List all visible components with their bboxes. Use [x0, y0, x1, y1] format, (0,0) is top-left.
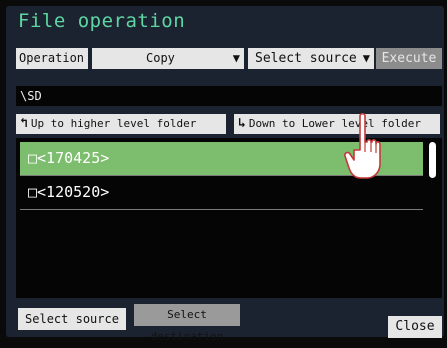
down-folder-button[interactable]: ↳ Down to Lower level folder — [234, 114, 440, 134]
checkbox-icon[interactable]: □ — [28, 183, 37, 201]
select-destination-button[interactable]: Select destination — [134, 304, 240, 343]
up-arrow-icon: ↰ — [20, 116, 28, 131]
window-title: File operation — [18, 10, 186, 32]
down-arrow-icon: ↳ — [238, 116, 246, 131]
down-folder-label: Down to Lower level folder — [248, 117, 422, 130]
checkbox-icon[interactable]: □ — [28, 149, 37, 167]
up-folder-button[interactable]: ↰ Up to higher level folder — [16, 114, 226, 134]
current-path: \SD — [16, 86, 442, 106]
close-button[interactable]: Close — [388, 316, 442, 338]
dropdown-arrow-icon: ▼ — [232, 51, 240, 65]
scrollbar[interactable] — [425, 138, 442, 298]
folder-name: <170425> — [37, 149, 110, 167]
folder-name: <120520> — [37, 183, 110, 201]
operation-label: Operation — [16, 48, 88, 69]
divider — [20, 209, 423, 210]
select-source-dropdown[interactable]: Select source ▼ — [248, 48, 374, 69]
select-source-button[interactable]: Select source — [18, 308, 126, 330]
operation-selected-value: Copy — [146, 51, 175, 65]
scrollbar-thumb[interactable] — [429, 142, 436, 178]
operation-dropdown[interactable]: Copy ▼ — [92, 48, 244, 69]
up-folder-label: Up to higher level folder — [30, 117, 197, 130]
select-source-dropdown-label: Select source — [255, 51, 357, 66]
pointing-hand-cursor-icon — [344, 112, 381, 179]
dropdown-arrow-icon: ▼ — [362, 51, 370, 65]
execute-button[interactable]: Execute — [376, 48, 442, 69]
